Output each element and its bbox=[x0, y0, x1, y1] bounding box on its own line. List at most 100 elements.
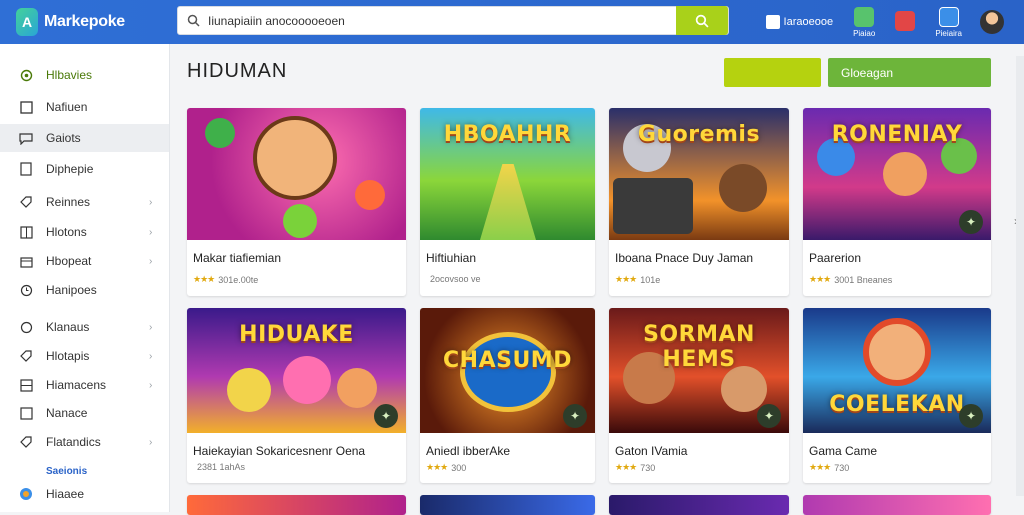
game-card[interactable]: HIDUAKE ✦ Haiekayian Sokaricesnenr Oena … bbox=[187, 308, 406, 483]
sidebar-item-1[interactable]: Hlbavies bbox=[0, 61, 169, 89]
game-card[interactable] bbox=[420, 495, 595, 515]
friends-label: Pieiaira bbox=[935, 28, 962, 38]
sidebar-item-label: Reinnes bbox=[46, 195, 91, 209]
game-meta: ★★★ 300 bbox=[426, 462, 466, 473]
game-card[interactable]: SORMAN HEMS ✦ Gaton IVamia ★★★ 730 bbox=[609, 308, 789, 483]
leaf-icon: ✦ bbox=[563, 404, 587, 428]
sidebar-item-label: Hiaaee bbox=[46, 487, 85, 501]
game-meta-text: 3001 Bneanes bbox=[834, 274, 893, 285]
sidebar-item-6[interactable]: Hlotons › bbox=[0, 218, 169, 246]
game-thumbnail: CHASUMD ✦ bbox=[420, 308, 595, 433]
sidebar-item-label: Gaiots bbox=[46, 131, 81, 145]
tag-icon bbox=[19, 435, 33, 449]
circle-icon bbox=[19, 68, 33, 82]
sidebar-item-label: Klanaus bbox=[46, 320, 90, 334]
search-input[interactable] bbox=[208, 7, 676, 34]
square-icon bbox=[19, 100, 33, 114]
leaf-icon: ✦ bbox=[959, 210, 983, 234]
sidebar-item-8[interactable]: Hanipoes bbox=[0, 276, 169, 304]
game-meta-text: 730 bbox=[834, 462, 850, 473]
search-button[interactable] bbox=[676, 6, 728, 35]
sidebar-item-label: Hanipoes bbox=[46, 283, 97, 297]
friends-icon bbox=[938, 6, 959, 27]
sidebar-item-9[interactable]: Klanaus › bbox=[0, 313, 169, 341]
sidebar-item-label: Hlbavies bbox=[46, 68, 93, 82]
messages-button[interactable]: Piaiao bbox=[853, 6, 875, 38]
avatar[interactable] bbox=[980, 10, 1004, 34]
game-thumbnail: Guoremis bbox=[609, 108, 789, 240]
game-title: Iboana Pnace Duy Jaman bbox=[615, 251, 754, 265]
grid-icon bbox=[19, 378, 33, 392]
game-card[interactable] bbox=[609, 495, 789, 515]
game-meta-text: 2ocovsoo ve bbox=[430, 274, 481, 284]
chevron-right-icon: › bbox=[149, 379, 153, 391]
chevron-right-icon: › bbox=[149, 255, 153, 267]
leaf-icon: ✦ bbox=[959, 404, 983, 428]
store-link-label: Iaraoeooe bbox=[783, 16, 834, 28]
game-card[interactable]: HBOAHHR Hiftiuhian 2ocovsoo ve bbox=[420, 108, 595, 296]
chat-icon bbox=[854, 6, 875, 27]
game-thumbnail bbox=[187, 108, 406, 240]
sidebar-item-label: Diphepie bbox=[46, 162, 94, 176]
tag-icon bbox=[19, 349, 33, 363]
sidebar-item-14[interactable]: Hiaaee bbox=[0, 480, 169, 508]
sidebar-item-7[interactable]: Hbopeat › bbox=[0, 247, 169, 275]
star-rating: ★★★ bbox=[615, 462, 637, 472]
sidebar-item-4[interactable]: Diphepie bbox=[0, 155, 169, 183]
game-card[interactable]: CHASUMD ✦ Aniedl ibberAke ★★★ 300 bbox=[420, 308, 595, 483]
star-rating: ★★★ bbox=[809, 462, 831, 472]
game-thumbnail: COELEKAN ✦ bbox=[803, 308, 991, 433]
game-card[interactable] bbox=[803, 495, 991, 515]
sidebar-item-2[interactable]: Nafiuen bbox=[0, 93, 169, 121]
gift-button[interactable] bbox=[895, 11, 916, 33]
star-rating: ★★★ bbox=[193, 274, 215, 284]
game-art-title: HBOAHHR bbox=[443, 122, 572, 147]
game-meta: ★★★ 3001 Bneanes bbox=[809, 274, 892, 285]
game-meta-text: 301e.00te bbox=[218, 274, 259, 285]
game-thumbnail: HBOAHHR bbox=[420, 108, 595, 240]
scrollbar[interactable] bbox=[1016, 56, 1024, 496]
game-meta: 2ocovsoo ve bbox=[426, 274, 481, 284]
sidebar-item-label: Hiamacens bbox=[46, 378, 107, 392]
sidebar-item-10[interactable]: Hlotapis › bbox=[0, 342, 169, 370]
secondary-action-button[interactable]: Gloeagan bbox=[828, 58, 991, 87]
main-content: HIDUMAN Gloeagan Makar tiafiemian ★★★ 301… bbox=[170, 44, 1024, 515]
game-title: Paarerion bbox=[809, 251, 862, 265]
chevron-right-icon: › bbox=[149, 350, 153, 362]
logo[interactable]: A Markepoke bbox=[16, 8, 166, 36]
sidebar-item-11[interactable]: Hiamacens › bbox=[0, 371, 169, 399]
game-art-title: HIDUAKE bbox=[239, 322, 354, 347]
sidebar-item-label: Hbopeat bbox=[46, 254, 92, 268]
game-meta-text: 300 bbox=[451, 462, 467, 473]
game-card[interactable]: RONENIAY ✦ Paarerion ★★★ 3001 Bneanes bbox=[803, 108, 991, 296]
primary-action-button[interactable] bbox=[724, 58, 821, 87]
game-card[interactable]: Makar tiafiemian ★★★ 301e.00te bbox=[187, 108, 406, 296]
game-art-title: RONENIAY bbox=[831, 122, 963, 147]
game-meta-text: 730 bbox=[640, 462, 656, 473]
game-meta: ★★★ 730 bbox=[615, 462, 655, 473]
game-art-title: SORMAN HEMS bbox=[643, 322, 755, 372]
game-art-title: CHASUMD bbox=[443, 348, 572, 373]
sidebar-item-3[interactable]: Gaiots bbox=[0, 124, 169, 152]
sidebar-item-13[interactable]: Flatandics › bbox=[0, 428, 169, 456]
game-title: Aniedl ibberAke bbox=[426, 444, 511, 458]
game-card[interactable]: Guoremis Iboana Pnace Duy Jaman ★★★ 101e bbox=[609, 108, 789, 296]
search-bar bbox=[177, 6, 729, 35]
game-card[interactable]: COELEKAN ✦ Gama Came ★★★ 730 bbox=[803, 308, 991, 483]
chevron-right-icon: › bbox=[149, 436, 153, 448]
sidebar: Hlbavies Nafiuen Gaiots Diphepie Reinnes… bbox=[0, 44, 170, 512]
sidebar-item-5[interactable]: Reinnes › bbox=[0, 188, 169, 216]
game-card[interactable] bbox=[187, 495, 406, 515]
search-icon bbox=[695, 14, 709, 28]
friends-button[interactable]: Pieiaira bbox=[935, 6, 962, 38]
game-thumbnail: SORMAN HEMS ✦ bbox=[609, 308, 789, 433]
store-link[interactable]: Iaraoeooe bbox=[765, 15, 834, 29]
sidebar-item-12[interactable]: Nanace bbox=[0, 399, 169, 427]
game-art-title: Guoremis bbox=[637, 122, 761, 147]
circle-icon bbox=[19, 320, 33, 334]
game-title: Gama Came bbox=[809, 444, 878, 458]
chevron-right-icon: › bbox=[149, 321, 153, 333]
logo-icon: A bbox=[16, 8, 38, 36]
star-rating: ★★★ bbox=[615, 274, 637, 284]
sidebar-item-label: Hlotons bbox=[46, 225, 87, 239]
